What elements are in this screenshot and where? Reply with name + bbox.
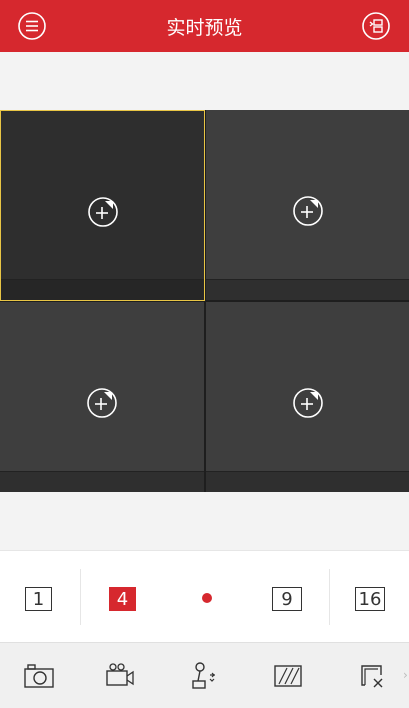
video-pane-4[interactable] <box>206 302 409 492</box>
add-camera-icon[interactable] <box>85 386 119 420</box>
capture-button[interactable] <box>22 659 56 693</box>
page-indicator-dot <box>202 593 212 603</box>
menu-icon <box>18 12 46 40</box>
header-bar: 实时预览 <box>0 0 409 52</box>
video-pane-3[interactable] <box>0 302 204 492</box>
page-title: 实时预览 <box>166 16 243 39</box>
pane-status-strip <box>0 471 204 492</box>
image-quality-icon <box>274 665 302 687</box>
image-quality-button[interactable] <box>271 659 305 693</box>
video-pane-1[interactable] <box>0 110 205 301</box>
bottom-toolbar <box>0 642 409 708</box>
video-pane-2[interactable] <box>206 110 409 300</box>
close-all-button[interactable] <box>355 659 389 693</box>
record-button[interactable] <box>103 659 137 693</box>
capture-icon <box>24 664 54 688</box>
bottom-spacer <box>0 492 409 550</box>
top-spacer <box>0 52 409 110</box>
add-camera-icon[interactable] <box>291 194 325 228</box>
layout-1-button[interactable]: 1 <box>25 587 52 611</box>
layout-4-button[interactable]: 4 <box>109 587 136 611</box>
device-list-button[interactable] <box>360 10 392 42</box>
record-icon <box>106 663 134 686</box>
pane-status-strip <box>1 279 204 300</box>
close-all-icon <box>361 665 383 688</box>
pane-status-strip <box>206 279 409 300</box>
add-camera-icon[interactable] <box>291 386 325 420</box>
ptz-button[interactable] <box>187 659 221 693</box>
divider <box>80 569 81 625</box>
add-camera-icon[interactable] <box>86 195 120 229</box>
divider <box>329 569 330 625</box>
layout-16-button[interactable]: 16 <box>355 587 385 611</box>
video-grid <box>0 110 409 492</box>
chevron-right-icon[interactable]: › <box>403 668 408 682</box>
pane-status-strip <box>206 471 409 492</box>
ptz-icon <box>192 662 215 689</box>
menu-button[interactable] <box>16 10 48 42</box>
layout-9-button[interactable]: 9 <box>272 587 302 611</box>
device-list-icon <box>362 12 390 40</box>
